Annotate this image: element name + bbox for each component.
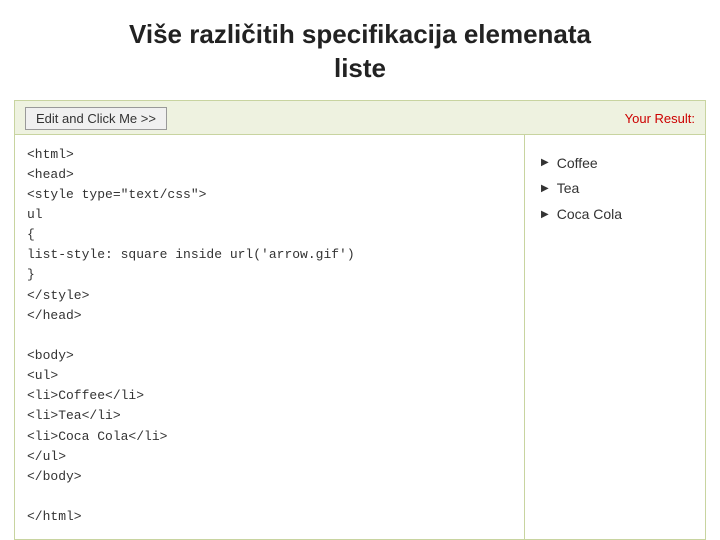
main-container: Edit and Click Me >> Your Result: <html>… — [14, 100, 706, 540]
code-panel[interactable]: <html> <head> <style type="text/css"> ul… — [15, 135, 525, 539]
result-list: CoffeeTeaCoca Cola — [541, 151, 689, 228]
edit-click-button[interactable]: Edit and Click Me >> — [25, 107, 167, 130]
top-bar: Edit and Click Me >> Your Result: — [15, 101, 705, 134]
title-line1: Više različitih specifikacija elemenata — [129, 19, 591, 49]
list-item: Tea — [541, 176, 689, 202]
list-item: Coffee — [541, 151, 689, 177]
content-area: <html> <head> <style type="text/css"> ul… — [15, 134, 705, 539]
list-item: Coca Cola — [541, 202, 689, 228]
your-result-label: Your Result: — [625, 111, 695, 126]
result-panel: CoffeeTeaCoca Cola — [525, 135, 705, 539]
page-title: Više različitih specifikacija elemenata … — [0, 0, 720, 100]
title-line2: liste — [334, 53, 386, 83]
